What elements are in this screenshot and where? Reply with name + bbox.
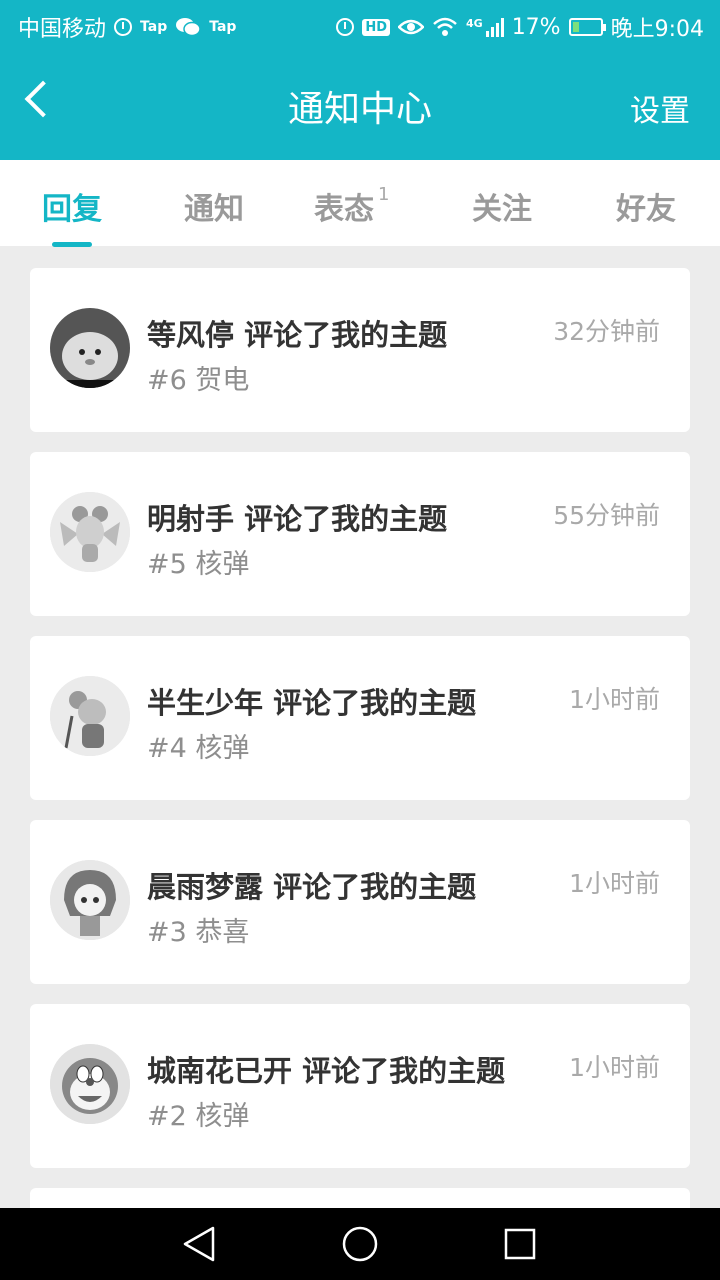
commenter-name[interactable]: 半生少年 <box>147 686 263 720</box>
tab-follows[interactable]: 关注 <box>472 184 532 228</box>
notification-card[interactable]: 明射手 评论了我的主题 #5 核弹 55分钟前 <box>30 452 690 616</box>
timestamp: 1小时前 <box>569 685 660 714</box>
timestamp: 55分钟前 <box>553 501 660 530</box>
comment-preview: #6 贺电 <box>147 365 250 396</box>
tab-replies[interactable]: 回复 <box>42 184 102 228</box>
notification-title: 等风停 评论了我的主题 <box>147 318 448 352</box>
tap-app-icon: Tap <box>140 19 168 35</box>
doraemon-avatar[interactable] <box>50 1044 130 1124</box>
notification-card[interactable]: 城南花已开 评论了我的主题 #2 核弹 1小时前 <box>30 1004 690 1168</box>
hd-icon: HD <box>362 18 390 36</box>
notification-card[interactable]: 晨雨梦露 评论了我的主题 #3 恭喜 1小时前 <box>30 820 690 984</box>
recents-nav-button[interactable] <box>475 1208 565 1280</box>
notification-card[interactable]: 等风停 评论了我的主题 #6 贺电 32分钟前 <box>30 268 690 432</box>
alarm-icon <box>336 18 355 36</box>
carrier-label: 中国移动 <box>18 17 107 42</box>
square-recents-icon <box>504 1228 536 1260</box>
active-tab-indicator <box>52 242 92 247</box>
timestamp: 32分钟前 <box>553 317 660 346</box>
comment-preview: #5 核弹 <box>147 549 250 580</box>
wifi-icon <box>433 17 457 36</box>
timer-icon <box>114 18 133 36</box>
notification-title: 晨雨梦露 评论了我的主题 <box>147 870 477 904</box>
status-bar: 中国移动 Tap Tap HD 4G 17% 晚上9:04 <box>0 0 720 50</box>
commenter-name[interactable]: 明射手 <box>147 502 234 536</box>
hamster-avatar[interactable] <box>50 308 130 388</box>
commenter-name[interactable]: 城南花已开 <box>147 1054 292 1088</box>
app-header: 通知中心 设置 <box>0 50 720 160</box>
comment-preview: #3 恭喜 <box>147 917 250 948</box>
tab-bar: 回复 通知 表态 1 关注 好友 <box>0 160 720 246</box>
battery-percent: 17% <box>511 14 561 40</box>
notification-card[interactable]: 半生少年 评论了我的主题 #4 核弹 1小时前 <box>30 636 690 800</box>
circle-home-icon <box>342 1226 378 1262</box>
mouse-avatar[interactable] <box>50 676 130 756</box>
top-bar: 中国移动 Tap Tap HD 4G 17% 晚上9:04 通知中心 设置 <box>0 0 720 160</box>
tab-friends[interactable]: 好友 <box>616 184 676 228</box>
notification-title: 半生少年 评论了我的主题 <box>147 686 477 720</box>
anime-girl-avatar[interactable] <box>50 860 130 940</box>
notification-title: 城南花已开 评论了我的主题 <box>147 1054 506 1088</box>
timestamp: 1小时前 <box>569 869 660 898</box>
eye-icon <box>398 19 424 35</box>
comment-preview: #2 核弹 <box>147 1101 250 1132</box>
reaction-count-badge: 1 <box>378 184 390 205</box>
notification-title: 明射手 评论了我的主题 <box>147 502 448 536</box>
settings-button[interactable]: 设置 <box>630 86 690 130</box>
home-nav-button[interactable] <box>315 1208 405 1280</box>
triangle-back-icon <box>183 1226 215 1262</box>
commenter-name[interactable]: 等风停 <box>147 318 234 352</box>
commenter-name[interactable]: 晨雨梦露 <box>147 870 263 904</box>
back-nav-button[interactable] <box>155 1208 245 1280</box>
winged-mouse-avatar[interactable] <box>50 492 130 572</box>
tab-notices[interactable]: 通知 <box>184 184 244 228</box>
tap-app-icon-2: Tap <box>209 19 237 35</box>
battery-icon <box>568 18 606 36</box>
comment-preview: #4 核弹 <box>147 733 250 764</box>
page-title: 通知中心 <box>287 89 432 130</box>
wechat-icon <box>176 18 201 37</box>
tab-reactions[interactable]: 表态 1 <box>314 184 389 228</box>
signal-icon: 4G <box>466 17 504 37</box>
clock-time: 晚上9:04 <box>610 17 704 42</box>
system-navigation-bar <box>0 1208 720 1280</box>
timestamp: 1小时前 <box>569 1053 660 1082</box>
